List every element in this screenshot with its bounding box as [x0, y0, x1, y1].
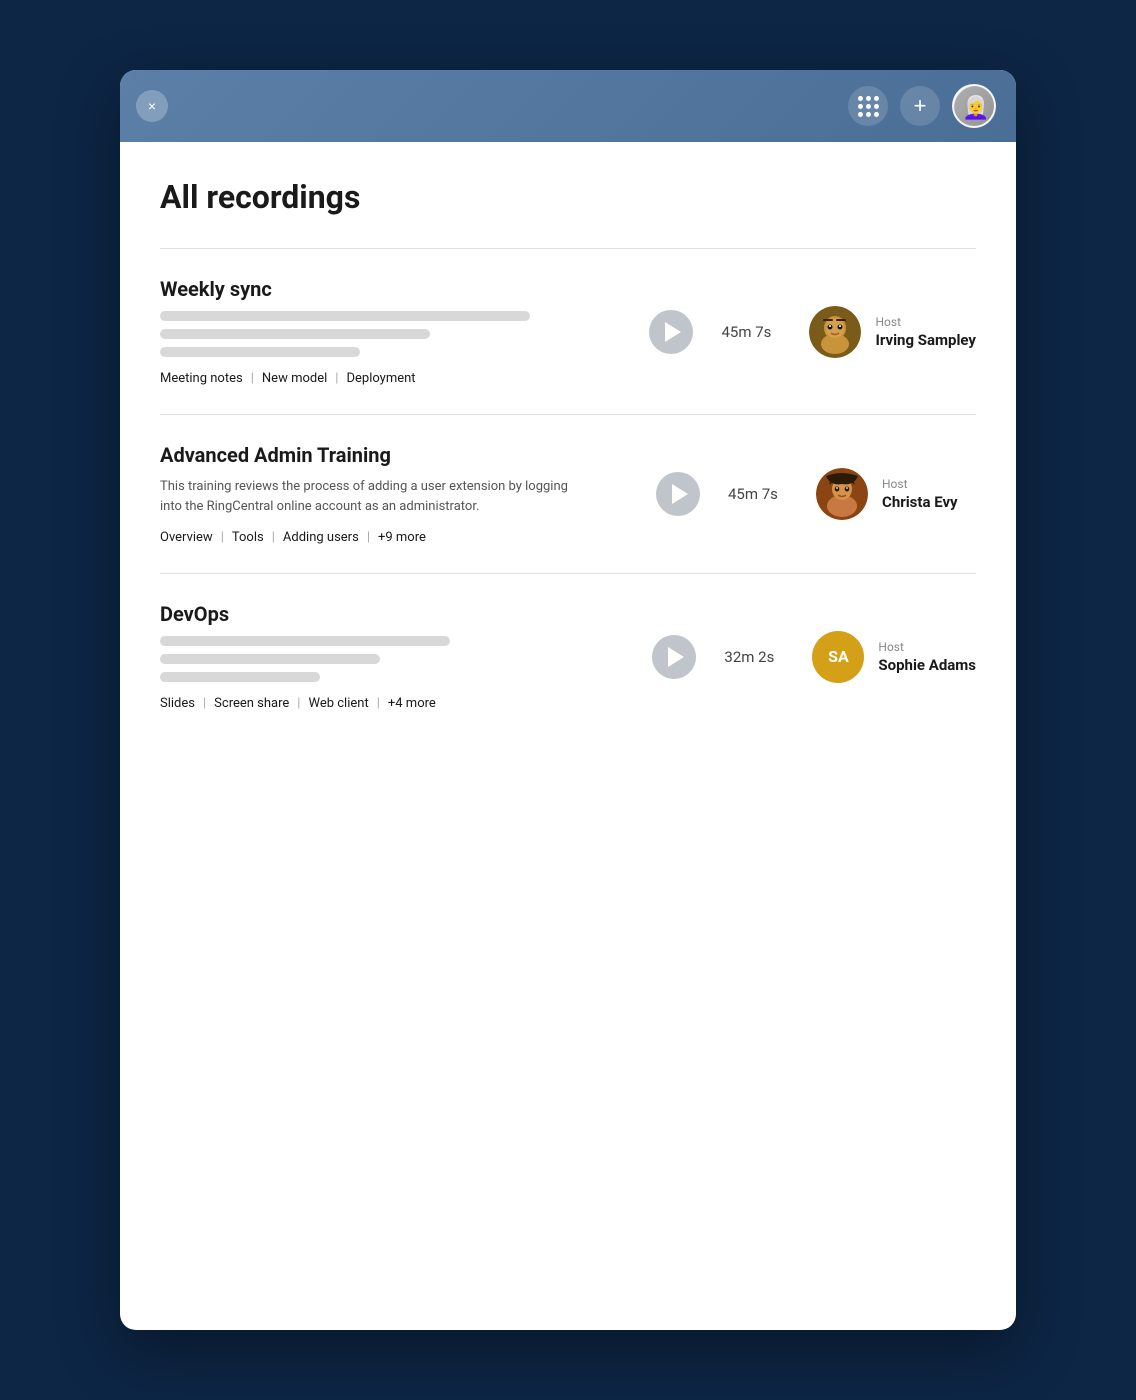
skeleton-line	[160, 347, 360, 357]
duration: 45m 7s	[728, 485, 788, 503]
recording-title: DevOps	[160, 602, 628, 626]
host-avatar-image	[816, 468, 868, 520]
header-left: ×	[136, 90, 168, 122]
play-icon	[672, 484, 688, 504]
play-button[interactable]	[652, 635, 696, 679]
host-text: Host Irving Sampley	[875, 315, 976, 349]
close-button[interactable]: ×	[136, 90, 168, 122]
main-content: All recordings Weekly sync Meeting notes…	[120, 142, 1016, 779]
recording-item: DevOps Slides | Screen share | Web clien…	[160, 574, 976, 739]
host-name: Sophie Adams	[878, 656, 976, 674]
add-button[interactable]: +	[900, 86, 940, 126]
grid-button[interactable]	[848, 86, 888, 126]
skeleton-lines	[160, 311, 625, 357]
tag-item: Meeting notes	[160, 371, 243, 386]
recording-title: Weekly sync	[160, 277, 625, 301]
play-button[interactable]	[649, 310, 693, 354]
recording-meta: 32m 2s SA Host Sophie Adams	[652, 631, 976, 683]
tag-more[interactable]: +9 more	[378, 530, 426, 545]
host-avatar	[809, 306, 861, 358]
play-icon	[668, 647, 684, 667]
duration: 32m 2s	[724, 648, 784, 666]
recording-tags: Slides | Screen share | Web client | +4 …	[160, 696, 628, 711]
play-button[interactable]	[656, 472, 700, 516]
tag-item: New model	[262, 371, 327, 386]
recording-meta: 45m 7s	[656, 468, 976, 520]
tag-item: Adding users	[283, 530, 359, 545]
recording-info: Weekly sync Meeting notes | New model | …	[160, 277, 625, 386]
recording-item: Weekly sync Meeting notes | New model | …	[160, 249, 976, 415]
host-info: Host Christa Evy	[816, 468, 976, 520]
recording-info: Advanced Admin Training This training re…	[160, 443, 632, 545]
recording-item: Advanced Admin Training This training re…	[160, 415, 976, 574]
host-info: SA Host Sophie Adams	[812, 631, 976, 683]
tag-item: Web client	[308, 696, 368, 711]
tag-separator: |	[377, 696, 380, 711]
skeleton-line	[160, 311, 530, 321]
host-avatar	[816, 468, 868, 520]
recording-meta: 45m 7s	[649, 306, 976, 358]
host-text: Host Christa Evy	[882, 477, 958, 511]
grid-icon	[858, 96, 879, 117]
tag-separator: |	[367, 530, 370, 545]
skeleton-line	[160, 654, 380, 664]
recording-tags: Meeting notes | New model | Deployment	[160, 371, 625, 386]
recording-top: DevOps Slides | Screen share | Web clien…	[160, 602, 976, 711]
recording-info: DevOps Slides | Screen share | Web clien…	[160, 602, 628, 711]
tag-separator: |	[221, 530, 224, 545]
host-label: Host	[878, 640, 976, 654]
tag-separator: |	[251, 371, 254, 386]
tag-item: Tools	[232, 530, 264, 545]
recording-tags: Overview | Tools | Adding users | +9 mor…	[160, 530, 632, 545]
tag-item: Slides	[160, 696, 195, 711]
tag-item: Deployment	[346, 371, 415, 386]
host-name: Christa Evy	[882, 493, 958, 511]
play-icon	[665, 322, 681, 342]
duration: 45m 7s	[721, 323, 781, 341]
skeleton-lines	[160, 636, 628, 682]
skeleton-line	[160, 636, 450, 646]
user-avatar-icon: 👩‍🦳	[954, 86, 996, 128]
user-avatar-button[interactable]: 👩‍🦳	[952, 84, 996, 128]
tag-separator: |	[297, 696, 300, 711]
recording-title: Advanced Admin Training	[160, 443, 632, 467]
host-info: Host Irving Sampley	[809, 306, 976, 358]
initials-text: SA	[828, 647, 849, 666]
host-label: Host	[875, 315, 976, 329]
skeleton-line	[160, 672, 320, 682]
recording-top: Weekly sync Meeting notes | New model | …	[160, 277, 976, 386]
skeleton-line	[160, 329, 430, 339]
host-text: Host Sophie Adams	[878, 640, 976, 674]
close-icon: ×	[148, 98, 156, 114]
tag-more[interactable]: +4 more	[388, 696, 436, 711]
tag-separator: |	[335, 371, 338, 386]
host-avatar-image	[809, 306, 861, 358]
tag-item: Overview	[160, 530, 213, 545]
tag-separator: |	[272, 530, 275, 545]
page-title: All recordings	[160, 178, 976, 216]
header-bar: × + 👩‍🦳	[120, 70, 1016, 142]
recording-top: Advanced Admin Training This training re…	[160, 443, 976, 545]
tag-item: Screen share	[214, 696, 289, 711]
host-name: Irving Sampley	[875, 331, 976, 349]
app-window: × + 👩‍🦳 All recordings	[120, 70, 1016, 1330]
header-right: + 👩‍🦳	[848, 84, 996, 128]
add-icon: +	[914, 93, 927, 119]
tag-separator: |	[203, 696, 206, 711]
host-label: Host	[882, 477, 958, 491]
recording-description: This training reviews the process of add…	[160, 477, 580, 516]
host-avatar-initials: SA	[812, 631, 864, 683]
